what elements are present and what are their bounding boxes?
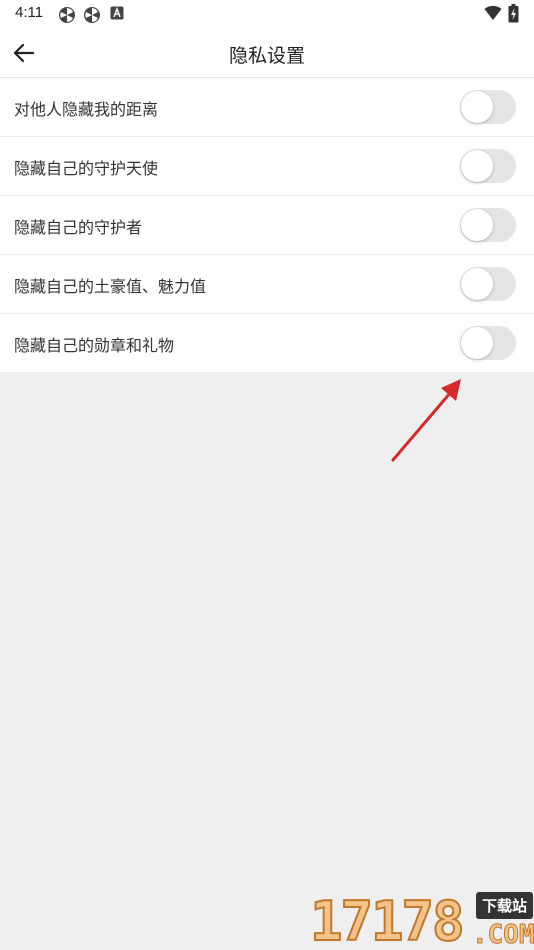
toggle-knob	[461, 150, 493, 182]
privacy-settings-list: 对他人隐藏我的距离 隐藏自己的守护天使 隐藏自己的守护者 隐藏自己的土豪值、魅力…	[0, 78, 534, 372]
setting-label: 隐藏自己的勋章和礼物	[14, 336, 175, 355]
battery-charging-icon	[508, 4, 519, 23]
pinwheel-icon	[59, 7, 75, 23]
hide-wealth-charm-toggle[interactable]	[460, 267, 516, 301]
setting-label: 隐藏自己的土豪值、魅力值	[14, 277, 207, 296]
watermark-logo: 17178 下载站 .COM	[308, 886, 534, 950]
toggle-knob	[461, 327, 493, 359]
page-title: 隐私设置	[228, 45, 305, 67]
setting-label: 隐藏自己的守护天使	[14, 159, 159, 178]
hide-guardian-toggle[interactable]	[460, 208, 516, 242]
setting-hide-guardian-angel: 隐藏自己的守护天使	[0, 137, 534, 196]
hide-distance-toggle[interactable]	[460, 90, 516, 124]
setting-hide-distance: 对他人隐藏我的距离	[0, 78, 534, 137]
hide-medals-gifts-toggle[interactable]	[460, 326, 516, 360]
status-time: 4:11	[15, 4, 44, 21]
red-arrow-annotation	[391, 379, 461, 462]
app-bar: 隐私设置	[0, 28, 534, 78]
setting-label: 对他人隐藏我的距离	[14, 100, 159, 119]
pinwheel-icon	[84, 7, 100, 23]
setting-hide-medals-gifts: 隐藏自己的勋章和礼物	[0, 314, 534, 372]
watermark-tag: 下载站	[476, 892, 534, 919]
setting-hide-guardian: 隐藏自己的守护者	[0, 196, 534, 255]
wifi-icon	[484, 5, 502, 20]
watermark-suffix: .COM	[472, 920, 534, 950]
setting-hide-wealth-charm: 隐藏自己的土豪值、魅力值	[0, 255, 534, 314]
toggle-knob	[461, 268, 493, 300]
status-bar: 4:11	[0, 0, 534, 28]
setting-label: 隐藏自己的守护者	[14, 218, 143, 237]
toggle-knob	[461, 91, 493, 123]
toggle-knob	[461, 209, 493, 241]
watermark-digits: 17178	[309, 889, 466, 950]
a-square-icon	[110, 6, 124, 20]
hide-guardian-angel-toggle[interactable]	[460, 149, 516, 183]
